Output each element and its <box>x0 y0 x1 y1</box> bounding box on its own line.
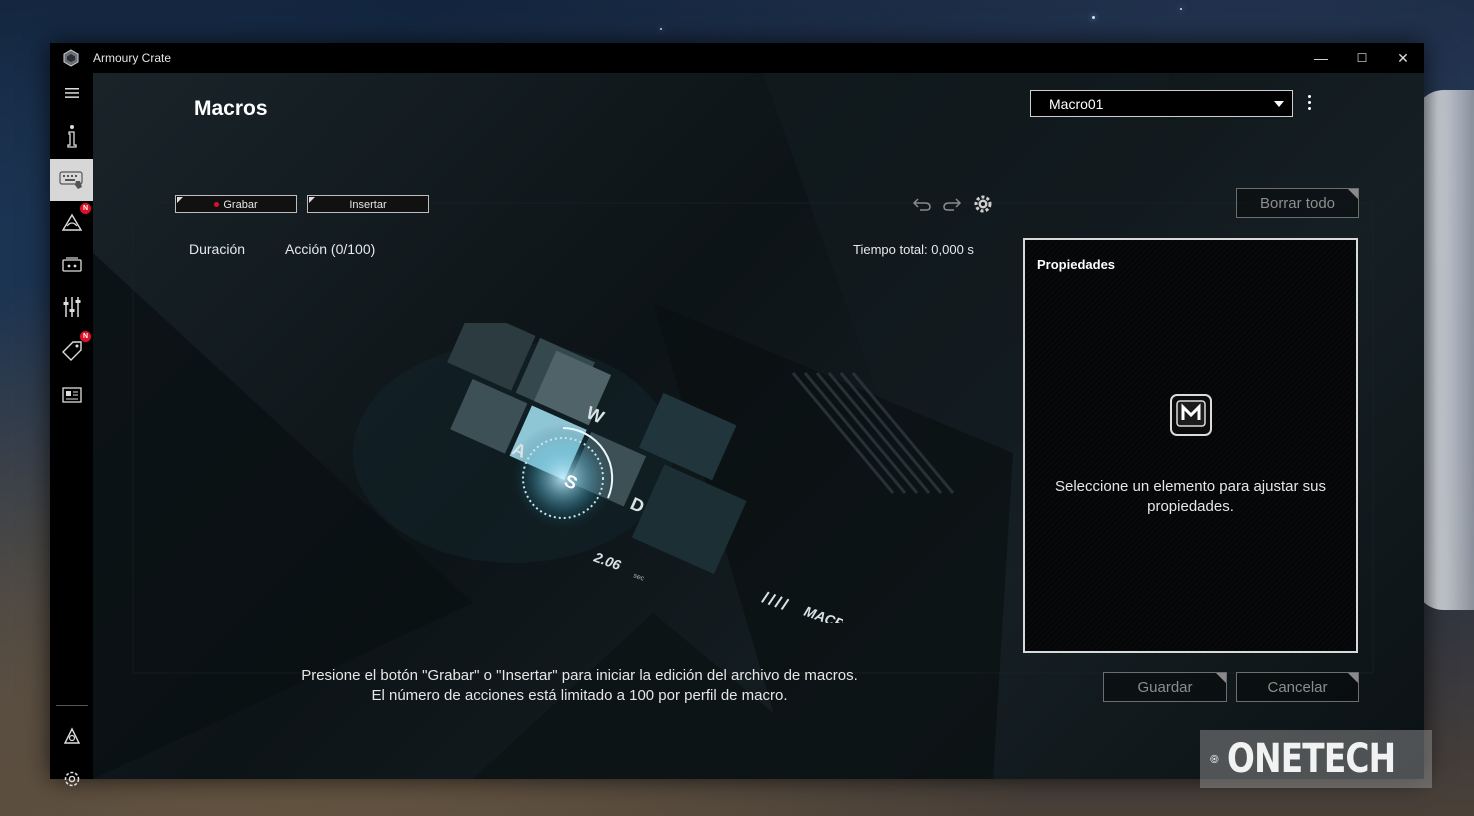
sidebar-divider <box>56 705 88 706</box>
new-badge: N <box>80 203 91 214</box>
sliders-icon <box>63 297 80 317</box>
sidebar-item-game-library[interactable] <box>50 245 93 285</box>
onetech-watermark: ONETECH <box>1200 730 1432 788</box>
save-button-label: Guardar <box>1137 679 1193 696</box>
onetech-logo-icon <box>1210 754 1219 764</box>
title-bar: Armoury Crate — ☐ ✕ <box>50 43 1424 73</box>
kebab-dot <box>1307 107 1311 110</box>
sidebar-item-news[interactable] <box>50 375 93 415</box>
close-button[interactable]: ✕ <box>1383 47 1423 69</box>
redo-icon <box>943 198 962 211</box>
insert-button[interactable]: Insertar <box>307 195 429 213</box>
wallpaper-star <box>1180 8 1182 10</box>
wallpaper-star <box>660 28 662 30</box>
action-column-header: Acción (0/100) <box>285 241 376 257</box>
settings-gear-icon <box>64 771 79 787</box>
page-title: Macros <box>194 97 268 120</box>
instructions-text: Presione el botón "Grabar" o "Insertar" … <box>233 666 926 706</box>
hamburger-menu-button[interactable] <box>50 73 93 113</box>
macro-m-icon <box>1170 394 1212 436</box>
wallpaper-star <box>1092 16 1095 19</box>
sidebar-item-aura-sync[interactable]: N <box>50 203 93 243</box>
macro-profile-select[interactable]: Macro01 <box>1030 90 1293 117</box>
armoury-crate-logo-icon <box>63 49 79 67</box>
macro-profile-value: Macro01 <box>1049 96 1104 112</box>
deals-tag-icon <box>61 341 82 361</box>
sidebar: N N <box>50 73 93 787</box>
news-icon <box>61 387 82 403</box>
sidebar-item-device-info[interactable] <box>50 116 93 156</box>
record-button[interactable]: Grabar <box>175 195 297 213</box>
timer-unit: sec <box>632 572 645 582</box>
sidebar-item-settings[interactable] <box>50 759 93 799</box>
new-badge: N <box>80 331 91 342</box>
kebab-dot <box>1307 95 1311 98</box>
clear-all-button[interactable]: Borrar todo <box>1236 188 1359 218</box>
main-content: Macros Macro01 Grabar Insertar Borrar to… <box>93 73 1424 779</box>
duration-column-header: Duración <box>189 241 246 257</box>
insert-button-label: Insertar <box>349 199 387 211</box>
app-title: Armoury Crate <box>93 51 172 65</box>
user-center-icon <box>63 727 80 744</box>
properties-title: Propiedades <box>1037 257 1116 272</box>
macros-illustration: W A S D 2.06 sec MACROS <box>353 323 843 623</box>
instructions-line-2: El número de acciones está limitado a 10… <box>371 687 788 704</box>
keyboard-macro-icon <box>58 171 83 189</box>
record-button-label: Grabar <box>223 199 258 211</box>
maximize-button[interactable]: ☐ <box>1342 47 1382 69</box>
app-window: Armoury Crate — ☐ ✕ N N Macros Macro01 G… <box>50 43 1424 787</box>
kebab-dot <box>1307 101 1311 104</box>
instructions-line-1: Presione el botón "Grabar" o "Insertar" … <box>301 667 858 684</box>
properties-message: Seleccione un elemento para ajustar sus … <box>1055 478 1326 515</box>
properties-panel: Propiedades Seleccione un elemento para … <box>1023 238 1358 653</box>
timer-value: 2.06 <box>591 548 623 573</box>
gear-icon <box>974 195 992 213</box>
chevron-down-icon <box>1274 101 1284 107</box>
total-time: Tiempo total: 0,000 s <box>853 242 974 257</box>
save-button[interactable]: Guardar <box>1103 672 1227 702</box>
watermark-text: ONETECH <box>1226 736 1396 782</box>
aura-sync-icon <box>61 213 82 231</box>
macro-settings-button[interactable] <box>972 193 994 215</box>
minimize-button[interactable]: — <box>1301 47 1341 69</box>
undo-icon <box>912 198 931 211</box>
record-dot-icon <box>214 202 220 207</box>
sidebar-item-deals[interactable]: N <box>50 331 93 371</box>
game-library-icon <box>61 257 82 272</box>
macros-brand-text: MACROS <box>802 603 843 623</box>
device-info-icon <box>66 125 77 148</box>
cancel-button[interactable]: Cancelar <box>1236 672 1359 702</box>
sidebar-item-user-center[interactable] <box>50 717 93 757</box>
more-options-button[interactable] <box>1304 95 1314 115</box>
undo-button[interactable] <box>911 193 933 215</box>
sidebar-item-sliders[interactable] <box>50 287 93 327</box>
cancel-button-label: Cancelar <box>1267 679 1328 696</box>
sidebar-item-macros[interactable] <box>50 159 93 201</box>
clear-all-label: Borrar todo <box>1259 195 1336 212</box>
hamburger-menu-icon <box>64 88 79 98</box>
redo-button[interactable] <box>941 193 963 215</box>
